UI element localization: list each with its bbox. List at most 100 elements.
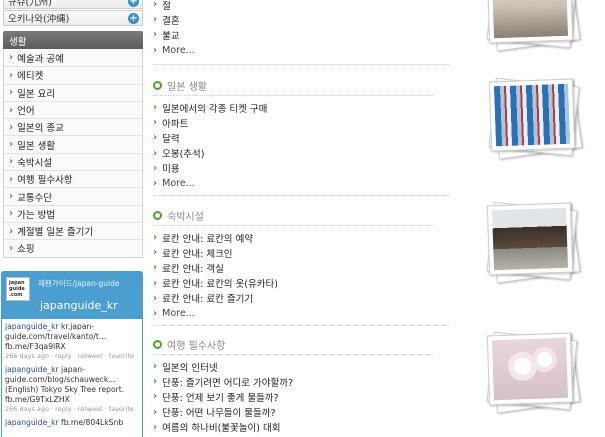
- chevron-right-icon: ›: [153, 232, 158, 244]
- chevron-right-icon: ›: [9, 139, 14, 151]
- expand-plus-icon[interactable]: +: [128, 12, 139, 24]
- expand-plus-icon[interactable]: +: [128, 0, 139, 7]
- link-label: 일본의 인터넷: [162, 362, 218, 374]
- tweet-meta[interactable]: 266 days ago · reply · retweet · favorit…: [5, 352, 139, 361]
- content-link[interactable]: › 결혼: [153, 12, 453, 27]
- sidebar-item-accommodation[interactable]: › 숙박시설: [4, 152, 142, 171]
- photo-stack-temple[interactable]: [476, 0, 584, 60]
- photo-stack-ryokan[interactable]: [476, 192, 584, 292]
- chevron-right-icon: ›: [9, 52, 14, 64]
- link-label: More...: [162, 178, 195, 190]
- chevron-right-icon: ›: [153, 178, 158, 190]
- sidebar-item-living[interactable]: › 일본 생활: [4, 135, 142, 153]
- content-link[interactable]: › 단풍: 어떤 나무들이 물들까?: [153, 405, 453, 420]
- region-item-okinawa[interactable]: 오키나와(沖縄) +: [3, 10, 143, 26]
- section-title[interactable]: 숙박시설: [167, 208, 204, 223]
- section-continued: › 절 › 결혼 › 불교 › More...: [153, 0, 453, 58]
- photo-stack-sakura[interactable]: [476, 322, 584, 422]
- tweet-user[interactable]: japanguide_kr: [5, 418, 59, 427]
- photo-frame: [488, 78, 576, 152]
- photo-stack-living[interactable]: [478, 68, 586, 168]
- chevron-right-icon: ›: [9, 225, 14, 237]
- content-link[interactable]: › 료칸 안내: 료칸 즐기기: [153, 291, 453, 306]
- sidebar-item-label: 일본의 종교: [17, 123, 64, 135]
- tweet-text[interactable]: fb.me/804LkSnb: [59, 418, 123, 427]
- more-link[interactable]: › More...: [153, 176, 453, 191]
- sidebar-item-travel-essentials[interactable]: › 여행 필수사항: [4, 170, 142, 188]
- more-link[interactable]: › More...: [153, 306, 453, 321]
- content-link[interactable]: › 료칸 안내: 료칸의 옷(유카타): [153, 276, 453, 291]
- link-label: 달력: [162, 133, 180, 145]
- link-label: 여름의 하나비(불꽃놀이) 대회: [162, 423, 281, 435]
- twitter-account-name[interactable]: japanguide_kr: [40, 299, 120, 312]
- photo-frame: [486, 0, 574, 44]
- section-title[interactable]: 여행 필수사항: [167, 337, 225, 352]
- twitter-handle-line[interactable]: 재팬가이드/japan-guide: [38, 278, 120, 289]
- section-travel-essentials: 여행 필수사항 › 일본의 인터넷 › 단풍: 즐기려면 어디로 가야할까? › 단풍…: [153, 337, 453, 435]
- region-label: 규슈(九州): [8, 0, 52, 8]
- tweet: japanguide_kr fb.me/804LkSnb: [5, 418, 139, 428]
- sidebar-item-label: 계절별 일본 즐기기: [17, 227, 94, 239]
- ryokan-photo: [491, 207, 569, 271]
- sidebar-item-label: 쇼핑: [17, 244, 35, 256]
- sidebar-item-arts-crafts[interactable]: › 예술과 공예: [4, 49, 142, 67]
- content-link[interactable]: › 미용: [153, 161, 453, 176]
- sidebar-item-label: 언어: [17, 106, 35, 118]
- sidebar-item-transportation[interactable]: › 교통수단: [4, 187, 142, 205]
- content-link[interactable]: › 오봉(추석): [153, 146, 453, 161]
- twitter-avatar[interactable]: japan guide .com: [6, 277, 30, 301]
- sidebar-item-label: 예술과 공예: [17, 53, 64, 65]
- sidebar-item-label: 일본 생활: [17, 140, 56, 152]
- chevron-right-icon: ›: [153, 132, 158, 144]
- sidebar-item-language[interactable]: › 언어: [4, 100, 142, 119]
- sidebar-item-label: 교통수단: [17, 192, 53, 204]
- chevron-right-icon: ›: [153, 29, 158, 41]
- sidebar-item-getting-there[interactable]: › 가는 방법: [4, 204, 142, 222]
- sidebar-item-etiquette[interactable]: › 에티켓: [4, 66, 142, 84]
- chevron-right-icon: ›: [153, 277, 158, 289]
- sidebar-item-label: 일본 요리: [17, 88, 56, 100]
- content-link[interactable]: › 료칸 안내: 체크인: [153, 245, 453, 260]
- region-item-kyushu[interactable]: 규슈(九州) +: [3, 0, 143, 9]
- chevron-right-icon: ›: [153, 292, 158, 304]
- content-link[interactable]: › 절: [153, 0, 453, 12]
- link-label: 단풍: 즐기려면 어디로 가야할까?: [162, 377, 294, 389]
- chevron-right-icon: ›: [153, 147, 158, 159]
- tweet-user[interactable]: japanguide_kr: [5, 322, 59, 331]
- tweet-user[interactable]: japanguide_kr: [5, 365, 59, 374]
- content-link[interactable]: › 불교: [153, 27, 453, 42]
- content-link[interactable]: › 료칸 안내: 료칸의 예약: [153, 230, 453, 245]
- link-label: 단풍: 어떤 나무들이 물들까?: [162, 408, 276, 420]
- sidebar-item-seasons[interactable]: › 계절별 일본 즐기기: [4, 221, 142, 240]
- chevron-right-icon: ›: [9, 191, 14, 203]
- chevron-right-icon: ›: [153, 421, 158, 433]
- content-link[interactable]: › 일본에서의 각종 티켓 구매: [153, 100, 453, 115]
- chevron-right-icon: ›: [153, 391, 158, 403]
- chevron-right-icon: ›: [153, 117, 158, 129]
- chevron-right-icon: ›: [153, 247, 158, 259]
- link-label: 오봉(추석): [162, 149, 205, 161]
- sidebar-item-religion[interactable]: › 일본의 종교: [4, 118, 142, 136]
- chevron-right-icon: ›: [9, 69, 14, 81]
- sidebar-item-label: 에티켓: [17, 71, 44, 83]
- link-label: 미용: [162, 164, 180, 176]
- content-link[interactable]: › 료칸 안내: 객실: [153, 260, 453, 275]
- sidebar-item-japanese-food[interactable]: › 일본 요리: [4, 83, 142, 101]
- sidebar-item-shopping[interactable]: › 쇼핑: [4, 239, 142, 257]
- link-label: 료칸 안내: 체크인: [162, 248, 233, 260]
- chevron-right-icon: ›: [153, 102, 158, 114]
- tweet-meta[interactable]: 266 days ago · reply · retweet · favorit…: [5, 405, 139, 414]
- section-title-underline: [153, 354, 433, 355]
- content-link[interactable]: › 일본의 인터넷: [153, 359, 453, 374]
- content-link[interactable]: › 단풍: 즐기려면 어디로 가야할까?: [153, 374, 453, 389]
- more-link[interactable]: › More...: [153, 43, 453, 58]
- content-link[interactable]: › 단풍: 언제 보기 좋게 물들까?: [153, 389, 453, 404]
- chevron-right-icon: ›: [153, 14, 158, 26]
- section-title[interactable]: 일본 생활: [167, 78, 207, 93]
- content-link[interactable]: › 아파트: [153, 115, 453, 130]
- content-link[interactable]: › 달력: [153, 130, 453, 145]
- chevron-right-icon: ›: [153, 262, 158, 274]
- content-link[interactable]: › 여름의 하나비(불꽃놀이) 대회: [153, 420, 453, 435]
- circle-bullet-icon: [153, 80, 162, 90]
- temple-photo: [491, 0, 569, 39]
